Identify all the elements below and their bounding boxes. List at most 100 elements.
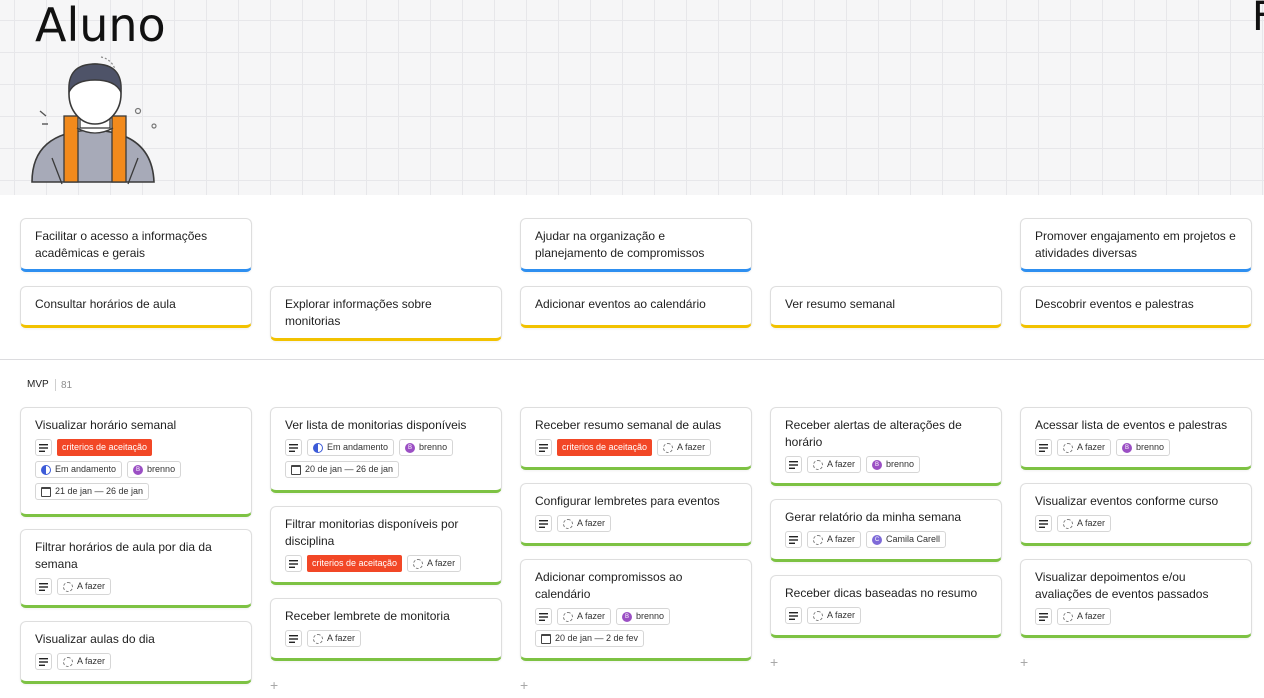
status-chip[interactable]: A fazer [557,515,612,532]
next-persona-title[interactable]: F [1252,0,1264,40]
description-icon[interactable] [535,439,552,456]
story-card[interactable]: Adicionar compromissos ao calendário A f… [520,559,752,661]
status-chip[interactable]: A fazer [807,531,862,548]
description-icon[interactable] [35,578,52,595]
assignee-chip[interactable]: Bbrenno [866,456,921,473]
status-chip[interactable]: A fazer [1057,608,1112,625]
status-label: A fazer [827,610,856,620]
description-icon[interactable] [535,515,552,532]
todo-status-icon [1063,518,1073,529]
description-icon[interactable] [785,531,802,548]
status-chip[interactable]: A fazer [407,555,462,572]
story-card[interactable]: Receber resumo semanal de aulas criterio… [520,407,752,470]
story-meta: A fazer Bbrenno [1035,439,1237,456]
story-meta: A fazer [1035,608,1237,625]
persona-area: Aluno F [0,0,1264,195]
activity-card[interactable]: Explorar informações sobre monitorias [270,286,502,341]
description-icon[interactable] [1035,515,1052,532]
description-icon[interactable] [35,653,52,670]
acceptance-criteria-tag[interactable]: criterios de aceitação [307,555,403,572]
assignee-chip[interactable]: Bbrenno [127,461,182,478]
story-title: Receber lembrete de monitoria [285,609,450,623]
add-card-button[interactable]: + [770,655,778,669]
add-card-button[interactable]: + [520,678,528,692]
date-chip[interactable]: 20 de jan — 2 de fev [535,630,645,647]
story-card[interactable]: Filtrar horários de aula por dia da sema… [20,529,252,608]
persona-title[interactable]: Aluno [35,0,166,50]
story-title: Visualizar horário semanal [35,418,177,432]
activity-text: Consultar horários de aula [35,297,176,311]
story-card[interactable]: Visualizar aulas do dia A fazer [20,621,252,684]
story-title: Gerar relatório da minha semana [785,510,962,524]
story-card[interactable]: Acessar lista de eventos e palestras A f… [1020,407,1252,470]
assignee-name: Camila Carell [886,534,941,544]
goal-card[interactable]: Promover engajamento em projetos e ativi… [1020,218,1252,272]
acceptance-criteria-tag[interactable]: criterios de aceitação [557,439,653,456]
status-label: A fazer [77,581,106,591]
description-icon[interactable] [35,439,52,456]
story-title: Filtrar monitorias disponíveis por disci… [285,517,459,548]
description-icon[interactable] [285,555,302,572]
date-chip[interactable]: 21 de jan — 26 de jan [35,483,150,500]
description-icon[interactable] [785,456,802,473]
student-avatar-illustration[interactable] [28,54,163,185]
user-avatar-icon: C [872,534,883,545]
description-icon[interactable] [535,608,552,625]
swimlane-label[interactable]: MVP [27,379,49,390]
story-card[interactable]: Configurar lembretes para eventos A faze… [520,483,752,546]
add-card-button[interactable]: + [1020,655,1028,669]
status-chip[interactable]: Em andamento [35,461,123,478]
goal-text: Facilitar o acesso a informações acadêmi… [35,229,208,260]
activity-card[interactable]: Ver resumo semanal [770,286,1002,328]
description-icon[interactable] [285,630,302,647]
story-card[interactable]: Visualizar eventos conforme curso A faze… [1020,483,1252,546]
status-chip[interactable]: A fazer [657,439,712,456]
activity-card[interactable]: Descobrir eventos e palestras [1020,286,1252,328]
description-icon[interactable] [785,607,802,624]
goal-text: Promover engajamento em projetos e ativi… [1035,229,1236,260]
description-icon[interactable] [285,439,302,456]
status-chip[interactable]: A fazer [807,607,862,624]
status-label: A fazer [827,459,856,469]
date-chip[interactable]: 20 de jan — 26 de jan [285,461,400,478]
story-card[interactable]: Visualizar depoimentos e/ou avaliações d… [1020,559,1252,638]
status-label: Em andamento [327,442,389,452]
status-chip[interactable]: A fazer [807,456,862,473]
story-meta: Em andamento Bbrenno [35,461,237,478]
story-title: Visualizar depoimentos e/ou avaliações d… [1035,570,1209,601]
date-range: 20 de jan — 26 de jan [305,464,394,474]
story-card[interactable]: Gerar relatório da minha semana A fazer … [770,499,1002,562]
story-meta: A fazer [785,607,987,624]
assignee-name: brenno [419,442,448,452]
add-card-button[interactable]: + [270,678,278,692]
story-card[interactable]: Receber alertas de alterações de horário… [770,407,1002,486]
assignee-chip[interactable]: Bbrenno [1116,439,1171,456]
status-chip[interactable]: Em andamento [307,439,395,456]
story-card[interactable]: Ver lista de monitorias disponíveis Em a… [270,407,502,493]
goal-card[interactable]: Ajudar na organização e planejamento de … [520,218,752,272]
story-meta: 21 de jan — 26 de jan [35,483,237,500]
status-chip[interactable]: A fazer [1057,439,1112,456]
calendar-icon [291,464,301,475]
assignee-chip[interactable]: Bbrenno [399,439,454,456]
assignee-chip[interactable]: Bbrenno [616,608,671,625]
story-title: Receber resumo semanal de aulas [535,418,722,432]
status-label: A fazer [1077,518,1106,528]
status-chip[interactable]: A fazer [1057,515,1112,532]
description-icon[interactable] [1035,608,1052,625]
activity-card[interactable]: Adicionar eventos ao calendário [520,286,752,328]
story-card[interactable]: Filtrar monitorias disponíveis por disci… [270,506,502,585]
date-range: 21 de jan — 26 de jan [55,486,144,496]
status-chip[interactable]: A fazer [557,608,612,625]
story-card[interactable]: Receber dicas baseadas no resumo A fazer [770,575,1002,638]
status-chip[interactable]: A fazer [307,630,362,647]
story-card[interactable]: Receber lembrete de monitoria A fazer [270,598,502,661]
acceptance-criteria-tag[interactable]: criterios de aceitação [57,439,153,456]
assignee-chip[interactable]: C Camila Carell [866,531,947,548]
description-icon[interactable] [1035,439,1052,456]
status-chip[interactable]: A fazer [57,578,112,595]
goal-card[interactable]: Facilitar o acesso a informações acadêmi… [20,218,252,272]
story-card[interactable]: Visualizar horário semanal criterios de … [20,407,252,517]
activity-card[interactable]: Consultar horários de aula [20,286,252,328]
status-chip[interactable]: A fazer [57,653,112,670]
